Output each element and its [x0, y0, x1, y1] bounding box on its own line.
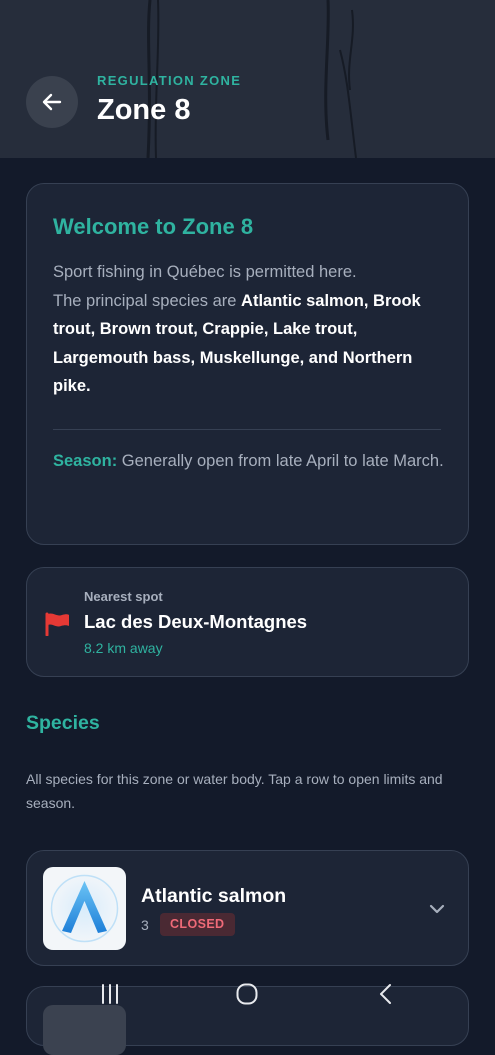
- back-nav-icon[interactable]: [374, 982, 398, 1006]
- app-header: REGULATION ZONE Zone 8: [0, 0, 495, 158]
- species-count: 3: [141, 917, 149, 933]
- header-background-decoration: [146, 0, 357, 158]
- flag-icon: [45, 612, 69, 636]
- status-badge: CLOSED: [160, 913, 235, 936]
- home-icon[interactable]: [235, 982, 259, 1006]
- species-description: All species for this zone or water body.…: [26, 771, 443, 811]
- welcome-intro: Sport fishing in Québec is permitted her…: [53, 263, 357, 281]
- nearest-spot-label: Nearest spot: [84, 589, 163, 604]
- season-text: Generally open from late April to late M…: [121, 452, 444, 470]
- season-info: Season: Generally open from late April t…: [53, 447, 448, 476]
- chevron-down-icon[interactable]: [427, 899, 447, 919]
- nearest-spot-name: Lac des Deux-Montagnes: [84, 611, 308, 632]
- nearest-spot-card[interactable]: Nearest spot Lac des Deux-Montagnes 8.2 …: [26, 567, 469, 677]
- welcome-species-prefix: The principal species are: [53, 291, 237, 310]
- page-title: Zone 8: [97, 94, 191, 126]
- divider: [53, 429, 441, 430]
- recent-apps-icon[interactable]: [98, 982, 122, 1006]
- welcome-title: Welcome to Zone 8: [53, 214, 254, 239]
- species-thumbnail: [43, 867, 126, 950]
- species-row[interactable]: Atlantic salmon 3 CLOSED: [26, 850, 469, 966]
- species-name: Atlantic salmon: [141, 885, 287, 907]
- back-button[interactable]: [26, 76, 78, 128]
- season-label: Season:: [53, 452, 118, 470]
- header-eyebrow: REGULATION ZONE: [97, 73, 242, 88]
- species-logo-icon: [48, 872, 121, 945]
- system-navigation-bar: [0, 968, 495, 1024]
- welcome-description: Sport fishing in Québec is permitted her…: [53, 258, 448, 401]
- arrow-left-icon: [42, 93, 62, 111]
- nearest-spot-distance: 8.2 km away: [84, 640, 163, 656]
- welcome-card: Welcome to Zone 8 Sport fishing in Québe…: [26, 183, 469, 545]
- species-heading: Species: [26, 712, 100, 734]
